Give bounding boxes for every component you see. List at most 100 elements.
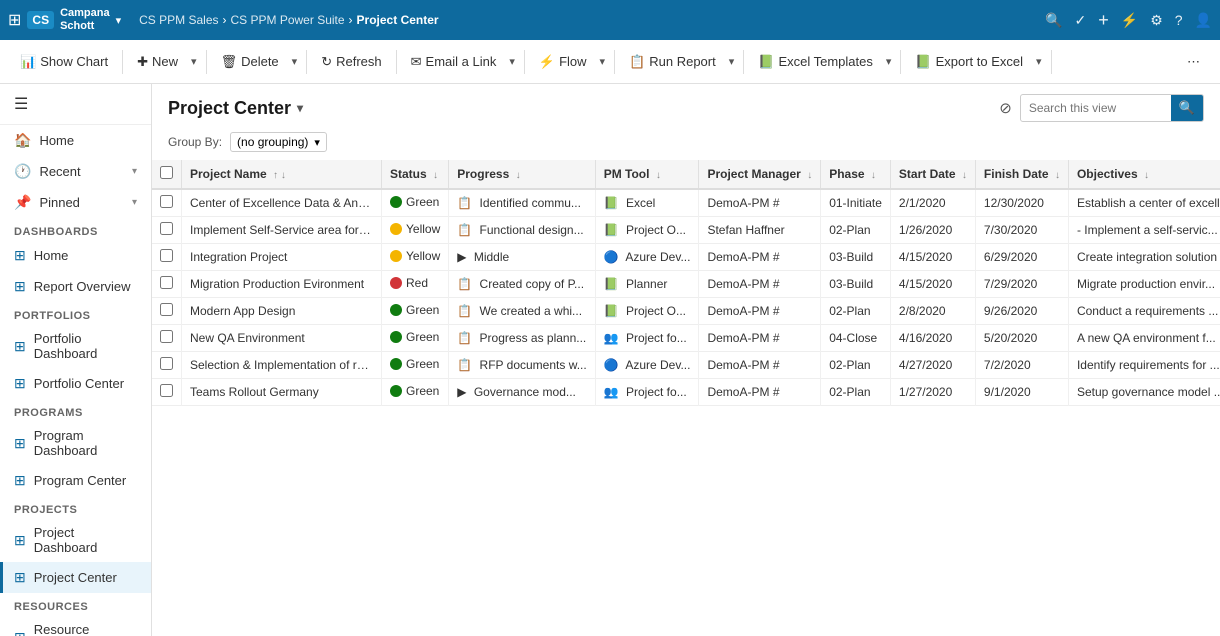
search-input[interactable] <box>1021 101 1171 115</box>
sidebar-item-portfolio-center[interactable]: ⊞ Portfolio Center <box>0 368 151 399</box>
progress-icon-2: ▶ <box>457 250 466 264</box>
flow-button[interactable]: ⚡ Flow <box>531 50 595 74</box>
col-project-name[interactable]: Project Name ↑ ↓ <box>182 160 382 189</box>
breadcrumb-item-1[interactable]: CS PPM Sales <box>139 13 218 27</box>
row-status-5: Green <box>382 325 449 352</box>
row-objectives-7: Setup governance model ... <box>1068 379 1220 406</box>
excel-templates-dropdown[interactable]: ▾ <box>883 53 895 70</box>
col-objectives[interactable]: Objectives ↓ <box>1068 160 1220 189</box>
sidebar-item-home[interactable]: 🏠 Home <box>0 125 151 156</box>
settings-nav-icon[interactable]: ⚙ <box>1150 12 1163 29</box>
group-by-select[interactable]: (no grouping) ▾ <box>230 132 327 152</box>
sidebar-item-dashboards-home[interactable]: ⊞ Home <box>0 240 151 271</box>
col-pm-tool[interactable]: PM Tool ↓ <box>595 160 699 189</box>
row-checkbox-7[interactable] <box>160 384 173 397</box>
export-dropdown[interactable]: ▾ <box>1033 53 1045 70</box>
email-dropdown[interactable]: ▾ <box>506 53 518 70</box>
row-checkbox-4[interactable] <box>160 303 173 316</box>
row-name-3[interactable]: Migration Production Evironment <box>182 271 382 298</box>
row-check-0[interactable] <box>152 189 182 217</box>
filter-icon[interactable]: ⊘ <box>999 99 1012 117</box>
row-check-3[interactable] <box>152 271 182 298</box>
row-checkbox-0[interactable] <box>160 195 173 208</box>
select-all-checkbox[interactable] <box>160 166 173 179</box>
progress-icon-1: 📋 <box>457 223 472 237</box>
breadcrumb: CS PPM Sales › CS PPM Power Suite › Proj… <box>139 13 438 27</box>
col-check[interactable] <box>152 160 182 189</box>
row-check-6[interactable] <box>152 352 182 379</box>
sidebar-item-project-dashboard[interactable]: ⊞ Project Dashboard <box>0 518 151 562</box>
plus-nav-icon[interactable]: + <box>1098 10 1109 31</box>
sidebar-item-report-overview[interactable]: ⊞ Report Overview <box>0 271 151 302</box>
sidebar-item-portfolio-dashboard[interactable]: ⊞ Portfolio Dashboard <box>0 324 151 368</box>
row-check-2[interactable] <box>152 244 182 271</box>
excel-templates-button[interactable]: 📗 Excel Templates <box>750 50 881 74</box>
search-button[interactable]: 🔍 <box>1171 95 1203 121</box>
row-status-7: Green <box>382 379 449 406</box>
title-dropdown-icon[interactable]: ▾ <box>297 101 303 115</box>
row-phase-1: 02-Plan <box>821 217 891 244</box>
status-text-2: Yellow <box>406 249 440 263</box>
row-name-4[interactable]: Modern App Design <box>182 298 382 325</box>
more-button[interactable]: ⋯ <box>1179 50 1208 74</box>
delete-button[interactable]: 🗑 Delete <box>213 50 287 74</box>
row-check-1[interactable] <box>152 217 182 244</box>
breadcrumb-item-2[interactable]: CS PPM Power Suite <box>231 13 345 27</box>
row-objectives-4: Conduct a requirements ... <box>1068 298 1220 325</box>
user-nav-icon[interactable]: 👤 <box>1195 12 1212 29</box>
row-start-6: 4/27/2020 <box>890 352 975 379</box>
row-checkbox-5[interactable] <box>160 330 173 343</box>
row-name-5[interactable]: New QA Environment <box>182 325 382 352</box>
row-check-5[interactable] <box>152 325 182 352</box>
email-link-button[interactable]: ✉ Email a Link <box>403 50 505 74</box>
new-dropdown[interactable]: ▾ <box>188 53 200 70</box>
row-name-7[interactable]: Teams Rollout Germany <box>182 379 382 406</box>
status-dot-6 <box>390 358 402 370</box>
row-check-7[interactable] <box>152 379 182 406</box>
delete-dropdown[interactable]: ▾ <box>289 53 301 70</box>
row-pmtool-2: 🔵 Azure Dev... <box>595 244 699 271</box>
row-checkbox-2[interactable] <box>160 249 173 262</box>
col-start-date[interactable]: Start Date ↓ <box>890 160 975 189</box>
new-button[interactable]: ✚ New <box>129 50 186 74</box>
row-name-6[interactable]: Selection & Implementation of re... <box>182 352 382 379</box>
row-checkbox-1[interactable] <box>160 222 173 235</box>
refresh-button[interactable]: ↻ Refresh <box>313 50 389 74</box>
row-name-1[interactable]: Implement Self-Service area for c... <box>182 217 382 244</box>
row-name-0[interactable]: Center of Excellence Data & Anal... <box>182 189 382 217</box>
search-nav-icon[interactable]: 🔍 <box>1045 12 1062 29</box>
sidebar-item-program-center[interactable]: ⊞ Program Center <box>0 465 151 496</box>
filter-nav-icon[interactable]: ⚡ <box>1121 12 1138 29</box>
sidebar-item-pinned[interactable]: 📌 Pinned ▾ <box>0 187 151 218</box>
sidebar-item-project-center[interactable]: ⊞ Project Center <box>0 562 151 593</box>
nav-dropdown-icon[interactable]: ▾ <box>116 14 122 27</box>
sidebar-item-program-dashboard[interactable]: ⊞ Program Dashboard <box>0 421 151 465</box>
export-excel-button[interactable]: 📗 Export to Excel <box>907 50 1031 74</box>
sidebar-item-resource-assignments[interactable]: ⊞ Resource Assignments <box>0 615 151 636</box>
row-finish-3: 7/29/2020 <box>975 271 1068 298</box>
pm-tool-icon-6: 🔵 <box>604 358 619 372</box>
row-name-2[interactable]: Integration Project <box>182 244 382 271</box>
run-report-button[interactable]: 📋 Run Report <box>621 50 724 74</box>
row-checkbox-6[interactable] <box>160 357 173 370</box>
row-checkbox-3[interactable] <box>160 276 173 289</box>
col-project-manager[interactable]: Project Manager ↓ <box>699 160 821 189</box>
sidebar-hamburger[interactable]: ☰ <box>0 84 151 125</box>
row-finish-2: 6/29/2020 <box>975 244 1068 271</box>
section-dashboards: Dashboards <box>0 218 151 240</box>
progress-text-6: RFP documents w... <box>480 358 587 372</box>
run-report-dropdown[interactable]: ▾ <box>726 53 738 70</box>
show-chart-button[interactable]: 📊 Show Chart <box>12 50 116 74</box>
email-icon: ✉ <box>411 54 422 70</box>
checkmark-nav-icon[interactable]: ✓ <box>1075 12 1087 29</box>
grid-icon[interactable]: ⊞ <box>8 10 21 30</box>
col-progress[interactable]: Progress ↓ <box>449 160 595 189</box>
progress-sort-icon: ↓ <box>516 170 521 181</box>
col-finish-date[interactable]: Finish Date ↓ <box>975 160 1068 189</box>
row-check-4[interactable] <box>152 298 182 325</box>
col-status[interactable]: Status ↓ <box>382 160 449 189</box>
col-phase[interactable]: Phase ↓ <box>821 160 891 189</box>
flow-dropdown[interactable]: ▾ <box>597 53 609 70</box>
sidebar-item-recent[interactable]: 🕐 Recent ▾ <box>0 156 151 187</box>
help-nav-icon[interactable]: ? <box>1175 12 1183 28</box>
